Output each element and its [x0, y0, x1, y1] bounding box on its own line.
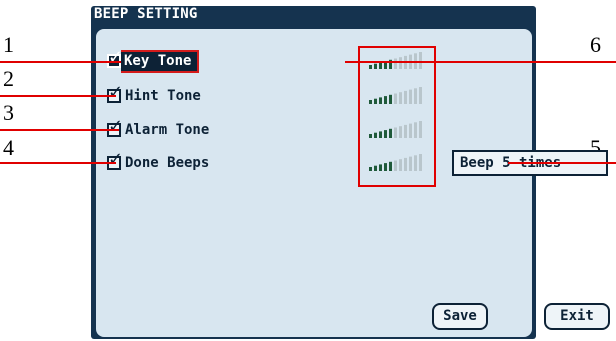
screen-title: BEEP SETTING [94, 6, 198, 22]
alarm-tone-label: Alarm Tone [125, 122, 210, 138]
row-done-beeps[interactable]: ✓ Done Beeps [107, 149, 210, 173]
row-hint-tone[interactable]: ✓ Hint Tone [107, 82, 201, 106]
callout-line-1 [0, 61, 121, 63]
save-button[interactable]: Save [432, 303, 488, 330]
callout-line-2 [0, 95, 116, 97]
settings-panel [96, 29, 532, 337]
exit-button[interactable]: Exit [544, 303, 610, 330]
callout-2: 2 [3, 66, 14, 91]
key-tone-label: Key Tone [121, 49, 200, 73]
callout-4: 4 [3, 135, 14, 160]
beep-setting-screen: BEEP SETTING ✓ Key Tone ✓ Hint Tone ✓ Al… [91, 6, 610, 339]
volume-highlight-box [358, 46, 436, 187]
callout-6: 6 [590, 32, 601, 57]
callout-line-5 [508, 162, 616, 164]
done-beeps-label: Done Beeps [125, 155, 210, 171]
check-icon: ✓ [108, 149, 124, 170]
row-alarm-tone[interactable]: ✓ Alarm Tone [107, 116, 210, 140]
callout-line-6 [345, 61, 616, 63]
hint-tone-label: Hint Tone [125, 88, 201, 104]
check-icon: ✓ [108, 47, 124, 68]
callout-3: 3 [3, 100, 14, 125]
check-icon: ✓ [108, 116, 124, 137]
callout-line-4 [0, 162, 116, 164]
callout-1: 1 [3, 32, 14, 57]
callout-line-3 [0, 129, 119, 131]
check-icon: ✓ [108, 82, 124, 103]
